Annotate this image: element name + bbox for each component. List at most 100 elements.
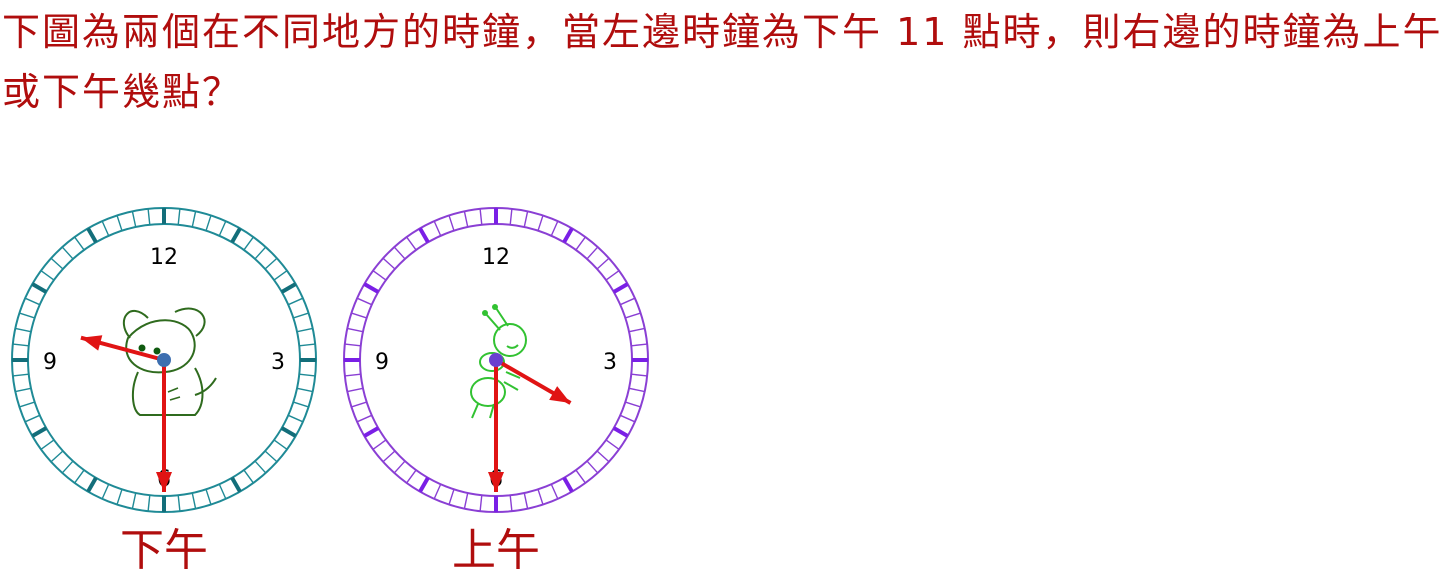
minute-tick xyxy=(293,312,309,319)
minute-tick xyxy=(191,211,197,228)
hour-tick xyxy=(363,282,380,294)
minute-tick xyxy=(131,492,137,509)
minute-tick xyxy=(406,236,417,251)
left-clock: 12 3 6 9 下午 xyxy=(11,207,317,573)
hour-tick xyxy=(363,426,380,438)
minute-tick xyxy=(351,401,367,408)
clock-caption-right: 上午 xyxy=(452,525,540,573)
minute-tick xyxy=(12,373,29,377)
minute-tick xyxy=(347,327,364,333)
minute-tick xyxy=(356,297,373,306)
hour-tick xyxy=(230,227,242,244)
minute-tick xyxy=(586,246,599,260)
minute-tick xyxy=(218,220,227,237)
hour-tick xyxy=(86,227,98,244)
minute-tick xyxy=(550,483,559,500)
minute-tick xyxy=(509,208,513,225)
numeral-12: 12 xyxy=(150,245,178,270)
minute-tick xyxy=(356,414,373,423)
minute-tick xyxy=(537,489,544,505)
minute-tick xyxy=(299,373,316,377)
minute-tick xyxy=(191,492,197,509)
minute-tick xyxy=(264,450,278,463)
minute-tick xyxy=(61,246,74,260)
minute-tick xyxy=(479,208,483,225)
clock-caption-left: 下午 xyxy=(120,525,208,573)
minute-tick xyxy=(625,401,641,408)
minute-tick xyxy=(448,215,455,231)
hour-tick xyxy=(612,282,629,294)
minute-tick xyxy=(628,327,645,333)
minute-tick xyxy=(264,257,278,270)
minute-tick xyxy=(523,492,529,509)
minute-tick xyxy=(205,215,212,231)
minute-tick xyxy=(147,208,151,225)
minute-tick xyxy=(382,450,396,463)
minute-tick xyxy=(299,343,316,347)
minute-tick xyxy=(287,414,304,423)
minute-tick xyxy=(448,489,455,505)
numeral-9: 9 xyxy=(375,350,389,375)
hour-hand-arrowhead xyxy=(549,386,571,403)
minute-tick xyxy=(523,211,529,228)
hour-tick xyxy=(418,227,430,244)
minute-tick xyxy=(628,387,645,393)
minute-tick xyxy=(575,469,586,484)
minute-tick xyxy=(372,270,387,281)
minute-tick xyxy=(351,312,367,319)
minute-tick xyxy=(61,460,74,474)
minute-tick xyxy=(605,439,620,450)
hour-tick xyxy=(86,476,98,493)
minute-tick xyxy=(393,246,406,260)
minute-tick xyxy=(273,439,288,450)
minute-tick xyxy=(372,439,387,450)
minute-tick xyxy=(619,414,636,423)
minute-tick xyxy=(15,327,32,333)
minute-tick xyxy=(24,297,41,306)
minute-tick xyxy=(344,343,361,347)
minute-tick xyxy=(619,297,636,306)
minute-tick xyxy=(40,439,55,450)
hour-tick xyxy=(280,426,297,438)
minute-tick xyxy=(254,246,267,260)
minute-tick xyxy=(24,414,41,423)
right-clock: 12 3 6 9 上午 xyxy=(343,207,649,573)
hour-tick xyxy=(562,227,574,244)
minute-tick xyxy=(177,495,181,512)
minute-tick xyxy=(509,495,513,512)
minute-tick xyxy=(406,469,417,484)
minute-tick xyxy=(19,401,35,408)
hour-tick xyxy=(31,426,48,438)
center-pin xyxy=(489,353,503,367)
minute-tick xyxy=(296,327,313,333)
numeral-12: 12 xyxy=(482,245,510,270)
minute-tick xyxy=(50,450,64,463)
minute-tick xyxy=(382,257,396,270)
minute-tick xyxy=(296,387,313,393)
minute-tick xyxy=(293,401,309,408)
minute-tick xyxy=(177,208,181,225)
minute-tick xyxy=(605,270,620,281)
minute-tick xyxy=(74,236,85,251)
minute-tick xyxy=(433,483,442,500)
minute-tick xyxy=(12,343,29,347)
minute-tick xyxy=(254,460,267,474)
clocks-figure: 12 3 6 9 下午 12 3 6 9 上午 xyxy=(11,207,649,573)
hour-hand-arrowhead xyxy=(80,335,103,351)
minute-tick xyxy=(74,469,85,484)
numeral-3: 3 xyxy=(271,350,285,375)
hour-tick xyxy=(31,282,48,294)
minute-tick xyxy=(631,343,648,347)
numeral-3: 3 xyxy=(603,350,617,375)
minute-tick xyxy=(344,373,361,377)
minute-tick xyxy=(433,220,442,237)
minute-tick xyxy=(463,211,469,228)
minute-tick xyxy=(218,483,227,500)
minute-tick xyxy=(19,312,35,319)
minute-tick xyxy=(243,469,254,484)
minute-tick xyxy=(243,236,254,251)
hour-tick xyxy=(562,476,574,493)
minute-tick xyxy=(101,483,110,500)
minute-tick xyxy=(550,220,559,237)
minute-tick xyxy=(631,373,648,377)
